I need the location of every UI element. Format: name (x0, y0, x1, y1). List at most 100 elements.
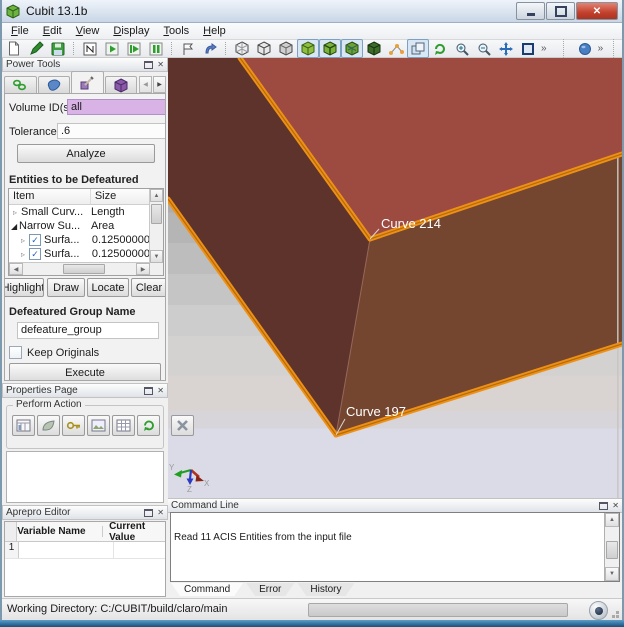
entities-horizontal-scrollbar[interactable]: ◀ ▶ (9, 262, 150, 275)
variable-name-cell[interactable] (19, 542, 114, 558)
step-journal-button[interactable] (123, 39, 145, 58)
menu-file[interactable]: File (4, 24, 36, 38)
journal-editor-button[interactable] (79, 39, 101, 58)
pause-journal-icon (149, 42, 163, 56)
locate-button[interactable]: Locate (87, 278, 129, 297)
column-current-value[interactable]: Current Value (103, 521, 165, 543)
analyze-button[interactable]: Analyze (17, 144, 155, 163)
geometry-sphere-button[interactable] (574, 39, 596, 58)
image-view-button[interactable] (87, 415, 110, 436)
clear-selection-button[interactable] (171, 415, 194, 436)
graphics-links-button[interactable] (385, 39, 407, 58)
minimize-button[interactable] (516, 2, 545, 20)
flag-button[interactable] (177, 39, 199, 58)
graphics-compose-button[interactable] (407, 39, 429, 58)
table-row[interactable]: ◢ Narrow Su... Area (9, 219, 150, 233)
close-panel-icon[interactable]: ✕ (157, 61, 164, 69)
highlight-button[interactable]: Highlight (4, 278, 44, 297)
close-panel-icon[interactable]: ✕ (157, 509, 164, 517)
key-properties-button[interactable] (62, 415, 85, 436)
console-scrollbar[interactable]: ▲ ▼ (604, 513, 619, 581)
resize-grip[interactable] (616, 615, 619, 618)
menu-tools[interactable]: Tools (156, 24, 196, 38)
surface-info-button[interactable] (37, 415, 60, 436)
draw-button[interactable]: Draw (47, 278, 85, 297)
geometry-tree-button[interactable] (12, 415, 35, 436)
tab-defeature[interactable] (71, 71, 104, 93)
close-panel-icon[interactable]: ✕ (612, 502, 619, 510)
close-panel-icon[interactable]: ✕ (157, 387, 164, 395)
row-size-cell: Length (91, 206, 125, 218)
zoom-box-button[interactable] (517, 39, 539, 58)
undo-button[interactable] (199, 39, 221, 58)
view-shaded-edges-icon (322, 41, 338, 56)
zoom-in-button[interactable] (451, 39, 473, 58)
aprepro-row[interactable]: 1 (5, 542, 165, 559)
geometry-overflow[interactable]: » (598, 43, 604, 54)
view-wireframe-button[interactable] (231, 39, 253, 58)
volume-id-input[interactable]: all (67, 99, 166, 115)
row-checkbox-checked[interactable]: ✓ (29, 234, 41, 246)
tolerance-input[interactable]: .6 (57, 123, 166, 139)
tab-scroll-left[interactable]: ◀ (139, 76, 152, 93)
column-item[interactable]: Item (9, 189, 91, 204)
float-panel-icon[interactable] (144, 387, 153, 395)
menu-help[interactable]: Help (196, 24, 233, 38)
play-journal-button[interactable] (101, 39, 123, 58)
mesh-grid-button[interactable] (112, 415, 135, 436)
expander-expanded-icon[interactable]: ◢ (11, 222, 19, 231)
keep-originals-checkbox[interactable] (9, 346, 22, 359)
group-name-input[interactable]: defeature_group (17, 322, 159, 339)
view-shaded-edges-button[interactable] (319, 39, 341, 58)
new-file-button[interactable] (3, 39, 25, 58)
working-directory-text: Working Directory: C:/CUBIT/build/claro/… (7, 603, 227, 615)
menu-view[interactable]: View (69, 24, 107, 38)
expander-collapsed-icon[interactable]: ▹ (13, 208, 21, 217)
save-button[interactable] (47, 39, 69, 58)
expander-collapsed-icon[interactable]: ▹ (21, 236, 29, 245)
clear-button[interactable]: Clear (131, 278, 166, 297)
refresh-graphics-button[interactable] (429, 39, 451, 58)
close-button[interactable]: ✕ (576, 2, 618, 20)
open-button[interactable] (25, 39, 47, 58)
table-row[interactable]: ▹ Small Curv... Length (9, 205, 150, 219)
tab-scroll-right[interactable]: ▶ (153, 76, 166, 93)
title-bar[interactable]: Cubit 13.1b ✕ (0, 0, 624, 23)
pause-journal-button[interactable] (145, 39, 167, 58)
3d-canvas[interactable]: Curve 214 Curve 197 Y X Z (168, 58, 622, 499)
properties-list[interactable] (6, 451, 164, 503)
float-panel-icon[interactable] (599, 502, 608, 510)
view-hidden-line-button[interactable] (253, 39, 275, 58)
tab-error[interactable]: Error (246, 583, 294, 596)
row-checkbox-checked[interactable]: ✓ (29, 248, 41, 260)
column-size[interactable]: Size (91, 189, 150, 204)
table-row[interactable]: ▹ ✓ Surfa... 0.12500000 (9, 247, 150, 261)
entities-vertical-scrollbar[interactable]: ▲ ▼ (149, 189, 163, 275)
column-variable-name[interactable]: Variable Name (17, 526, 103, 537)
menu-display[interactable]: Display (106, 24, 156, 38)
view-shaded-button[interactable] (297, 39, 319, 58)
view-dark-button[interactable] (363, 39, 385, 58)
tab-geometry-repair[interactable] (4, 76, 37, 93)
maximize-button[interactable] (546, 2, 575, 20)
toolbar-overflow[interactable]: » (541, 43, 547, 54)
expander-collapsed-icon[interactable]: ▹ (21, 250, 29, 259)
pan-button[interactable] (495, 39, 517, 58)
graphics-viewport[interactable]: Curve 214 Curve 197 Y X Z (168, 57, 622, 499)
float-panel-icon[interactable] (144, 61, 153, 69)
refresh-properties-button[interactable] (137, 415, 160, 436)
tab-mesh-tools[interactable] (38, 76, 71, 93)
zoom-out-button[interactable] (473, 39, 495, 58)
tab-itemized[interactable] (105, 76, 138, 93)
float-panel-icon[interactable] (144, 509, 153, 517)
menu-edit[interactable]: Edit (36, 24, 69, 38)
tab-command[interactable]: Command (171, 583, 243, 596)
view-mesh-button[interactable] (341, 39, 363, 58)
tab-history[interactable]: History (297, 583, 354, 596)
console-output[interactable]: Read 11 ACIS Entities from the input fil… (170, 512, 620, 582)
view-smooth-shade-button[interactable] (275, 39, 297, 58)
table-row[interactable]: ▹ ✓ Surfa... 0.12500000 (9, 233, 150, 247)
interrupt-button[interactable] (589, 601, 608, 620)
execute-button[interactable]: Execute (9, 363, 161, 381)
play-journal-icon (105, 42, 119, 56)
